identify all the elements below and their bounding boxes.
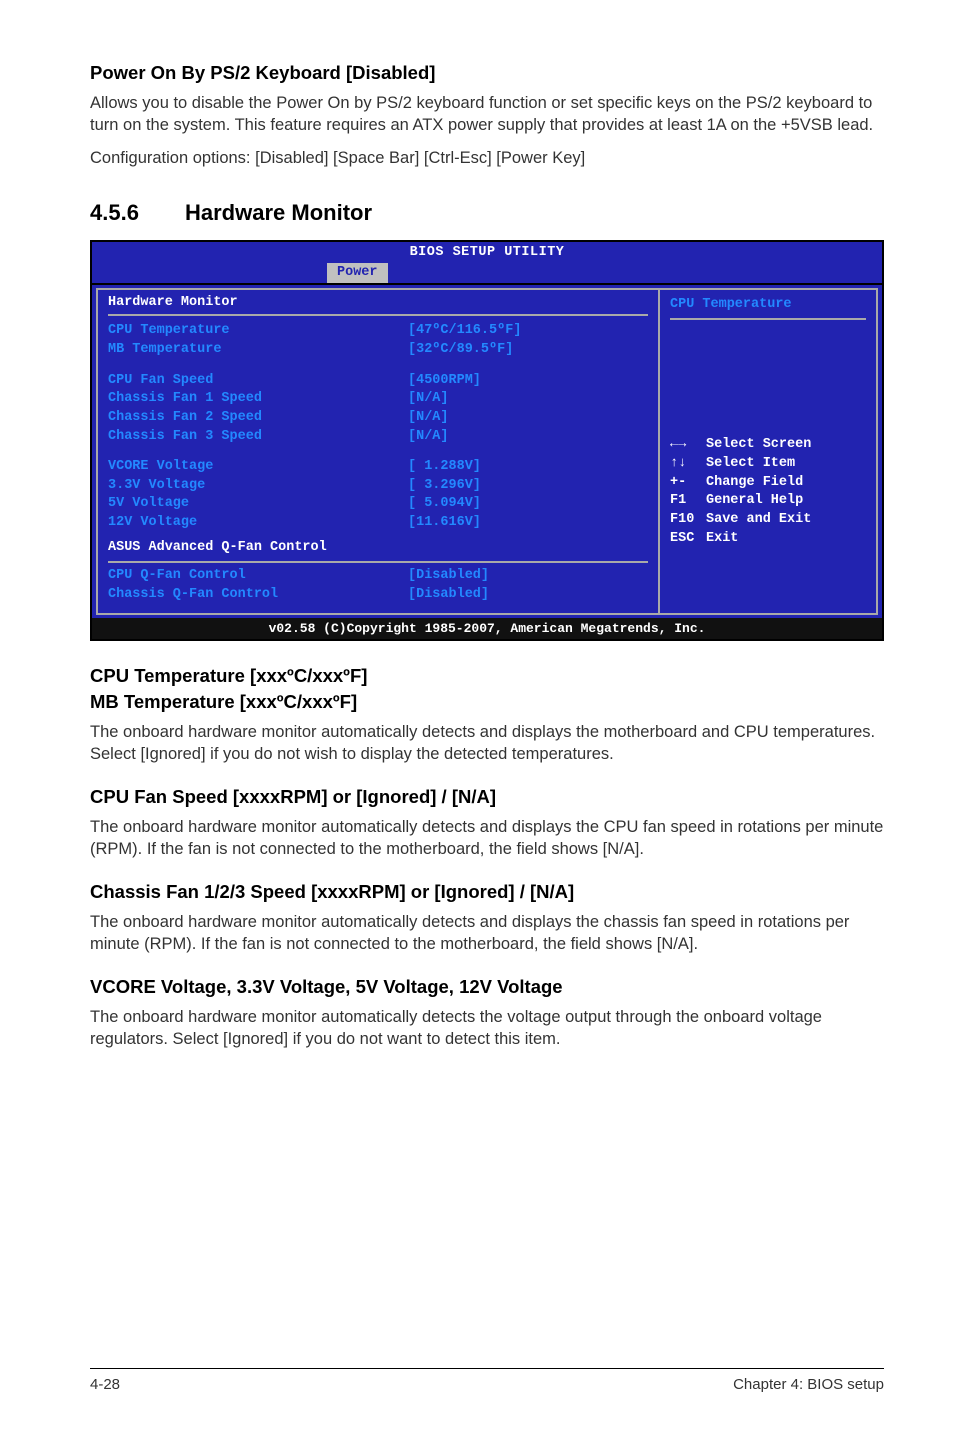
row-mb-temp-label: MB Temperature bbox=[108, 341, 408, 360]
bios-panel-title: Hardware Monitor bbox=[108, 294, 648, 313]
row-vcore-label: VCORE Voltage bbox=[108, 458, 408, 477]
para-power-on-desc: Allows you to disable the Power On by PS… bbox=[90, 92, 884, 138]
row-12v-value[interactable]: [11.616V] bbox=[408, 514, 481, 533]
bios-screenshot: BIOS SETUP UTILITY Power Hardware Monito… bbox=[90, 240, 884, 641]
help-general-help: General Help bbox=[706, 493, 803, 508]
bios-tab-row: Power bbox=[92, 263, 882, 283]
row-3v3-label: 3.3V Voltage bbox=[108, 477, 408, 496]
row-chassis3-label: Chassis Fan 3 Speed bbox=[108, 428, 408, 447]
row-vcore-value[interactable]: [ 1.288V] bbox=[408, 458, 481, 477]
help-select-item: Select Item bbox=[706, 456, 795, 471]
row-cpu-fan-label: CPU Fan Speed bbox=[108, 372, 408, 391]
row-adv-qfan-label[interactable]: ASUS Advanced Q-Fan Control bbox=[108, 539, 327, 558]
help-context: CPU Temperature bbox=[670, 296, 866, 315]
para-chassis-fan-desc: The onboard hardware monitor automatical… bbox=[90, 911, 884, 957]
bios-left-panel: Hardware Monitor CPU Temperature[47ºC/11… bbox=[96, 288, 658, 615]
help-select-screen: Select Screen bbox=[706, 437, 811, 452]
row-cpu-qfan-value[interactable]: [Disabled] bbox=[408, 567, 489, 586]
bios-divider bbox=[108, 561, 648, 563]
para-cpu-fan-desc: The onboard hardware monitor automatical… bbox=[90, 816, 884, 862]
row-chassis-qfan-value[interactable]: [Disabled] bbox=[408, 586, 489, 605]
para-vcore-desc: The onboard hardware monitor automatical… bbox=[90, 1006, 884, 1052]
row-cpu-temp-value[interactable]: [47ºC/116.5ºF] bbox=[408, 322, 521, 341]
section-title-text: Hardware Monitor bbox=[185, 200, 372, 225]
page-number: 4-28 bbox=[90, 1375, 120, 1396]
row-5v-label: 5V Voltage bbox=[108, 495, 408, 514]
page-footer: 4-28 Chapter 4: BIOS setup bbox=[90, 1368, 884, 1396]
f10-key-icon: F10 bbox=[670, 511, 706, 530]
bios-help-panel: CPU Temperature ←→Select Screen ↑↓Select… bbox=[658, 288, 878, 615]
arrows-ud-icon: ↑↓ bbox=[670, 455, 706, 474]
section-number: 4.5.6 bbox=[90, 198, 185, 228]
heading-power-on-ps2: Power On By PS/2 Keyboard [Disabled] bbox=[90, 60, 884, 86]
heading-mb-temp: MB Temperature [xxxºC/xxxºF] bbox=[90, 689, 884, 715]
row-chassis1-label: Chassis Fan 1 Speed bbox=[108, 390, 408, 409]
heading-chassis-fan: Chassis Fan 1/2/3 Speed [xxxxRPM] or [Ig… bbox=[90, 879, 884, 905]
f1-key-icon: F1 bbox=[670, 492, 706, 511]
row-chassis2-label: Chassis Fan 2 Speed bbox=[108, 409, 408, 428]
row-mb-temp-value[interactable]: [32ºC/89.5ºF] bbox=[408, 341, 513, 360]
row-5v-value[interactable]: [ 5.094V] bbox=[408, 495, 481, 514]
heading-vcore: VCORE Voltage, 3.3V Voltage, 5V Voltage,… bbox=[90, 974, 884, 1000]
row-3v3-value[interactable]: [ 3.296V] bbox=[408, 477, 481, 496]
bios-footer: v02.58 (C)Copyright 1985-2007, American … bbox=[92, 618, 882, 640]
help-exit: Exit bbox=[706, 531, 738, 546]
bios-panel-underline bbox=[108, 314, 648, 316]
row-cpu-fan-value[interactable]: [4500RPM] bbox=[408, 372, 481, 391]
help-save-exit: Save and Exit bbox=[706, 512, 811, 527]
bios-tab-power[interactable]: Power bbox=[327, 263, 388, 284]
help-underline bbox=[670, 318, 866, 320]
para-temp-desc: The onboard hardware monitor automatical… bbox=[90, 721, 884, 767]
chapter-title: Chapter 4: BIOS setup bbox=[733, 1375, 884, 1396]
plus-minus-icon: +- bbox=[670, 474, 706, 493]
section-heading-hwmon: 4.5.6Hardware Monitor bbox=[90, 198, 884, 228]
arrows-lr-icon: ←→ bbox=[670, 436, 706, 455]
row-cpu-temp-label: CPU Temperature bbox=[108, 322, 408, 341]
para-power-on-options: Configuration options: [Disabled] [Space… bbox=[90, 147, 884, 170]
bios-title: BIOS SETUP UTILITY bbox=[92, 242, 882, 263]
help-change-field: Change Field bbox=[706, 475, 803, 490]
row-cpu-qfan-label: CPU Q-Fan Control bbox=[108, 567, 408, 586]
row-chassis1-value[interactable]: [N/A] bbox=[408, 390, 449, 409]
row-chassis-qfan-label: Chassis Q-Fan Control bbox=[108, 586, 408, 605]
row-chassis2-value[interactable]: [N/A] bbox=[408, 409, 449, 428]
heading-cpu-fan: CPU Fan Speed [xxxxRPM] or [Ignored] / [… bbox=[90, 784, 884, 810]
row-chassis3-value[interactable]: [N/A] bbox=[408, 428, 449, 447]
row-12v-label: 12V Voltage bbox=[108, 514, 408, 533]
bios-body: Hardware Monitor CPU Temperature[47ºC/11… bbox=[92, 283, 882, 618]
esc-key-icon: ESC bbox=[670, 530, 706, 549]
heading-cpu-temp: CPU Temperature [xxxºC/xxxºF] bbox=[90, 663, 884, 689]
